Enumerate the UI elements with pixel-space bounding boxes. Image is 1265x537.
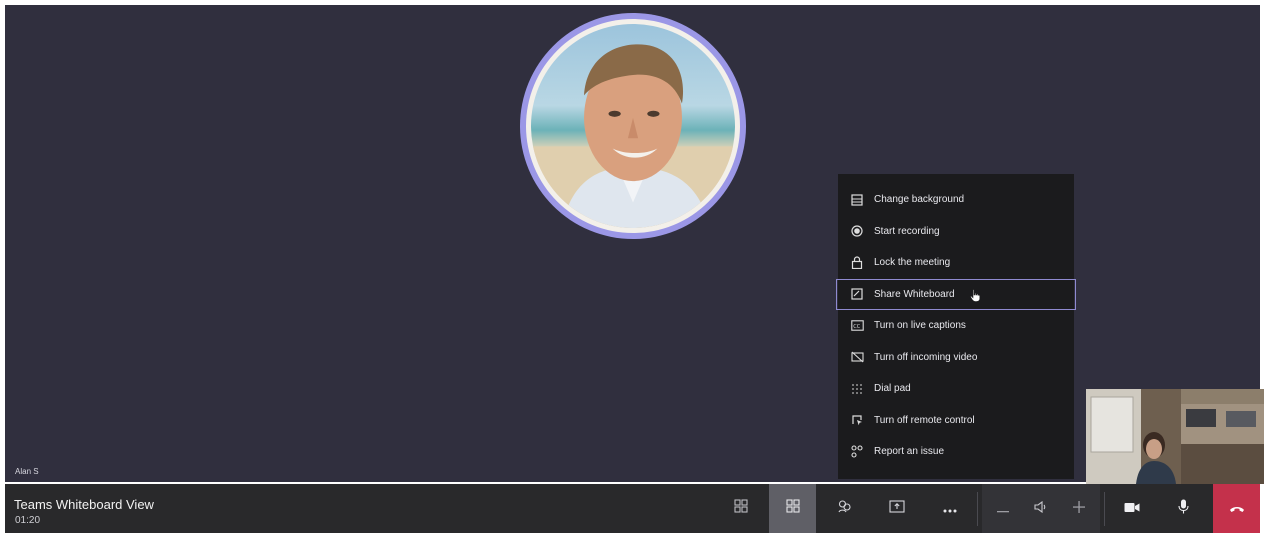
- volume-control: [982, 484, 1100, 533]
- grid-alt-icon: [785, 499, 800, 518]
- meeting-stage: Alan S Change background Start recording…: [5, 5, 1260, 482]
- lock-icon: [850, 256, 864, 270]
- hand-pointer-icon: [970, 288, 981, 305]
- phone-hangup-icon: [1229, 500, 1245, 518]
- menu-item-label: Change background: [874, 194, 965, 206]
- menu-item-label: Share Whiteboard: [874, 288, 955, 300]
- captions-icon: CC: [850, 319, 864, 333]
- remote-control-icon: [850, 413, 864, 427]
- volume-down-button[interactable]: [986, 484, 1020, 533]
- menu-item-report-issue[interactable]: Report an issue: [838, 436, 1074, 468]
- video-camera-icon: [1124, 500, 1140, 518]
- whiteboard-icon: [850, 287, 864, 301]
- menu-item-label: Start recording: [874, 225, 940, 237]
- menu-item-label: Report an issue: [874, 446, 945, 458]
- together-mode-button[interactable]: [769, 484, 816, 533]
- hang-up-button[interactable]: [1213, 484, 1260, 533]
- svg-text:CC: CC: [853, 324, 860, 330]
- speaker-button[interactable]: [1024, 484, 1058, 533]
- video-off-icon: [850, 350, 864, 364]
- toolbar-divider: [977, 492, 978, 526]
- participant-name-label: Alan S: [15, 467, 39, 476]
- share-screen-button[interactable]: [875, 484, 919, 533]
- meeting-control-bar: Teams Whiteboard View 01:20: [5, 484, 1260, 533]
- grid-icon: [734, 499, 748, 518]
- speaker-icon: [1034, 500, 1048, 518]
- self-video-preview: [1086, 389, 1264, 484]
- menu-item-lock-meeting[interactable]: Lock the meeting: [838, 247, 1074, 279]
- microphone-button[interactable]: [1160, 484, 1206, 533]
- minus-icon: [997, 500, 1009, 518]
- toolbar-divider: [1104, 492, 1105, 526]
- background-icon: [850, 193, 864, 207]
- dialpad-icon: [850, 382, 864, 396]
- more-actions-menu: Change background Start recording Lock t…: [836, 174, 1076, 479]
- menu-item-label: Turn off remote control: [874, 414, 975, 426]
- more-actions-button[interactable]: [928, 484, 972, 533]
- menu-item-remote-control[interactable]: Turn off remote control: [838, 405, 1074, 437]
- menu-item-incoming-video[interactable]: Turn off incoming video: [838, 342, 1074, 374]
- menu-item-change-background[interactable]: Change background: [838, 184, 1074, 216]
- meeting-title: Teams Whiteboard View: [14, 497, 154, 512]
- volume-up-button[interactable]: [1062, 484, 1096, 533]
- share-tray-icon: [889, 499, 905, 518]
- participant-avatar: [520, 13, 746, 239]
- record-icon: [850, 224, 864, 238]
- menu-item-label: Lock the meeting: [874, 257, 951, 269]
- menu-item-share-whiteboard[interactable]: Share Whiteboard: [836, 278, 1076, 310]
- report-issue-icon: [850, 445, 864, 459]
- microphone-icon: [1177, 499, 1189, 519]
- meeting-timer: 01:20: [15, 515, 41, 526]
- more-dots-icon: [943, 500, 957, 518]
- participant-photo: [531, 24, 735, 228]
- menu-item-dial-pad[interactable]: Dial pad: [838, 373, 1074, 405]
- menu-item-label: Turn on live captions: [874, 320, 966, 332]
- plus-icon: [1073, 500, 1085, 518]
- camera-button[interactable]: [1109, 484, 1155, 533]
- people-icon: [837, 499, 852, 519]
- participants-button[interactable]: [822, 484, 866, 533]
- menu-item-live-captions[interactable]: CC Turn on live captions: [838, 310, 1074, 342]
- menu-item-label: Turn off incoming video: [874, 351, 978, 363]
- menu-item-start-recording[interactable]: Start recording: [838, 216, 1074, 248]
- gallery-view-button[interactable]: [719, 484, 763, 533]
- menu-item-label: Dial pad: [874, 383, 911, 395]
